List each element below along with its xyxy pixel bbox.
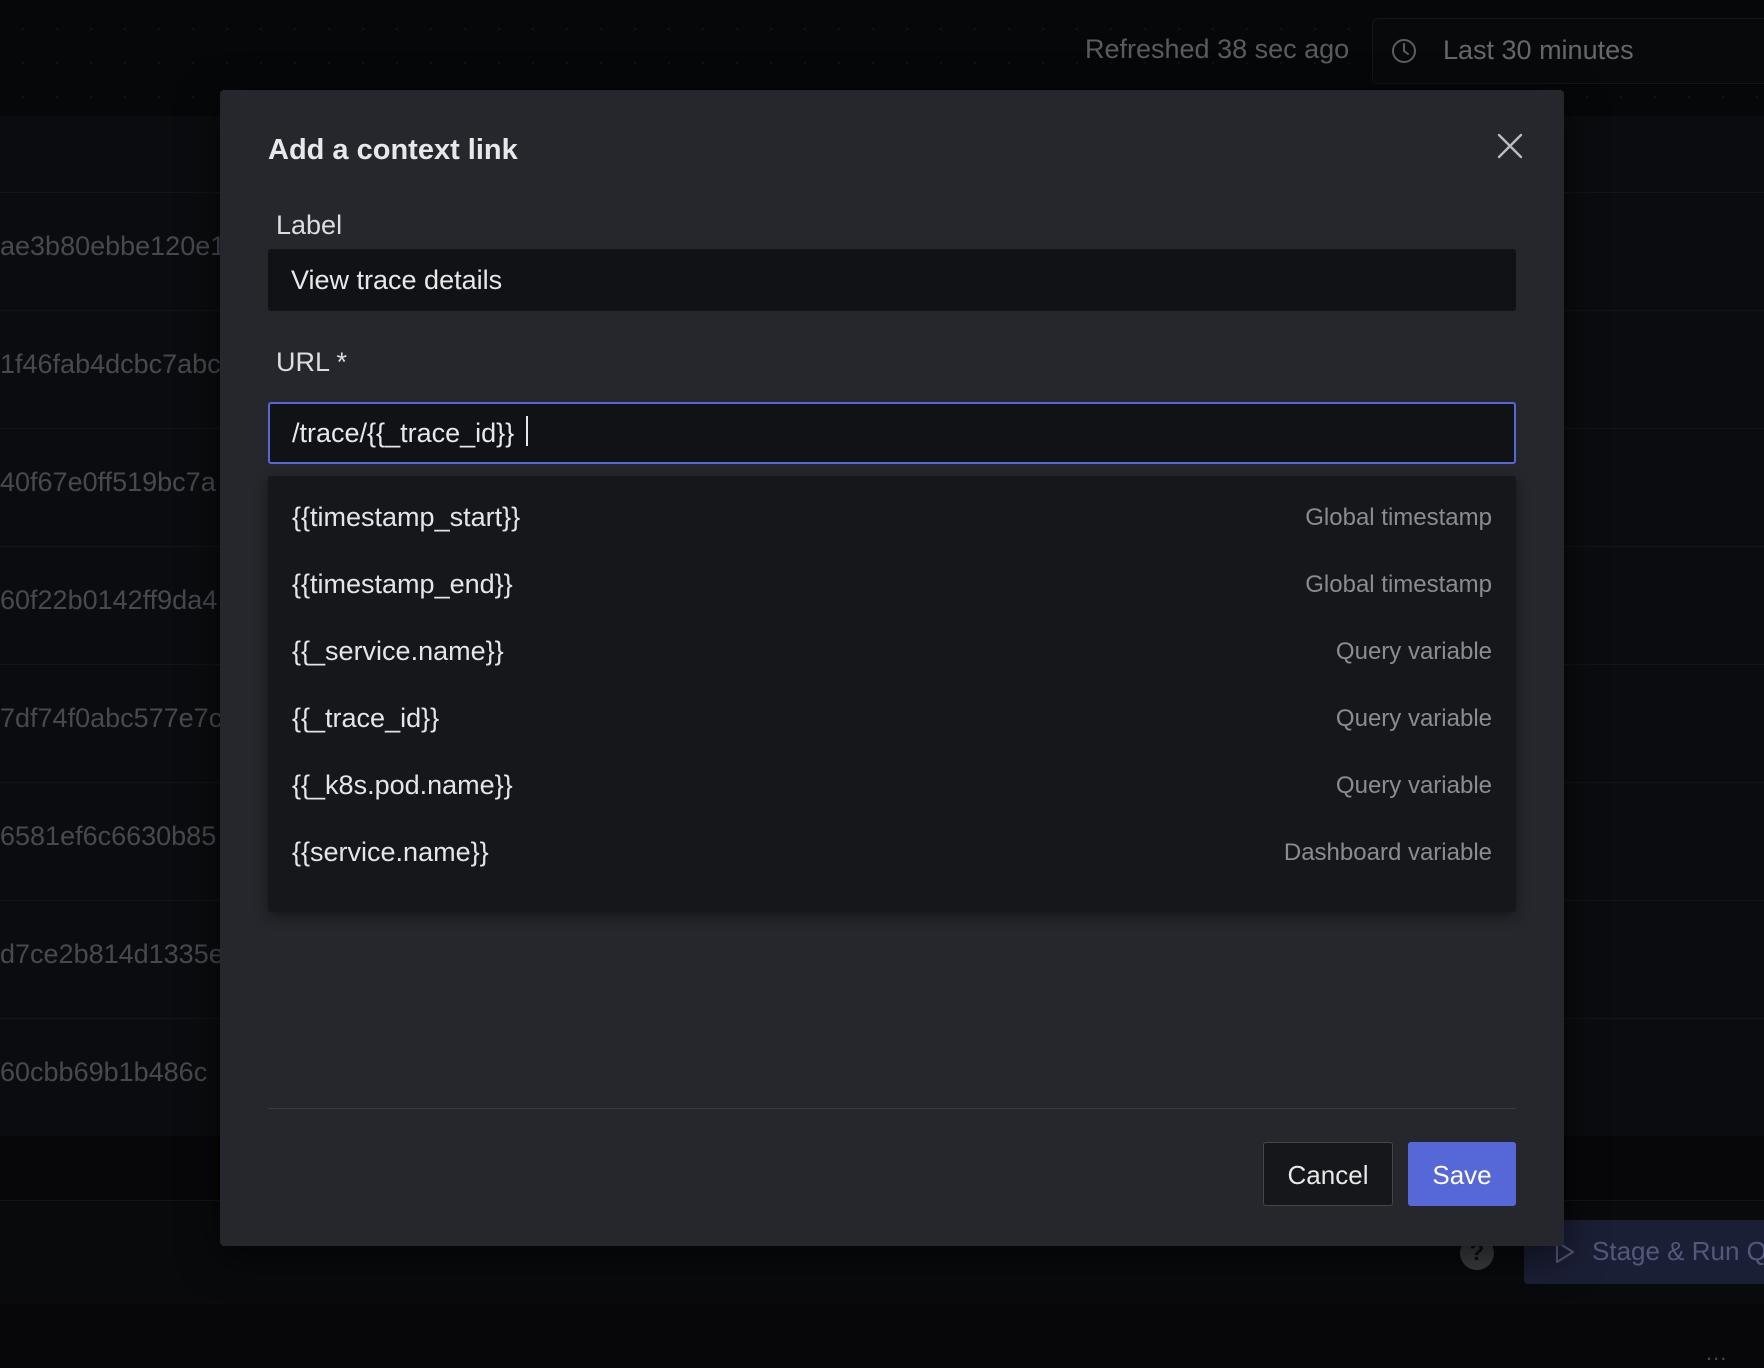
- url-field-label: URL *: [276, 347, 348, 377]
- suggestion-item[interactable]: {{_trace_id}} Query variable: [268, 685, 1516, 751]
- suggestion-item[interactable]: {{timestamp_end}} Global timestamp: [268, 551, 1516, 617]
- save-button[interactable]: Save: [1408, 1142, 1516, 1206]
- suggestion-item[interactable]: {{_k8s.pod.name}} Query variable: [268, 752, 1516, 818]
- suggestion-type: Query variable: [1335, 772, 1492, 799]
- suggestion-name: {{timestamp_start}}: [292, 502, 521, 532]
- suggestion-type: Dashboard variable: [1283, 839, 1492, 866]
- suggestion-name: {{service.name}}: [292, 837, 489, 867]
- footer-divider: [268, 1108, 1516, 1109]
- suggestion-name: {{_service.name}}: [292, 636, 504, 666]
- variable-suggestions: {{timestamp_start}} Global timestamp {{t…: [268, 476, 1516, 912]
- cancel-button[interactable]: Cancel: [1263, 1142, 1393, 1206]
- suggestion-type: Query variable: [1335, 638, 1492, 665]
- suggestion-name: {{_k8s.pod.name}}: [292, 770, 513, 800]
- suggestion-type: Global timestamp: [1305, 504, 1492, 531]
- text-caret: [526, 416, 528, 446]
- add-context-link-dialog: Add a context link Label URL * {{timesta…: [220, 90, 1564, 1246]
- label-input[interactable]: [268, 249, 1516, 311]
- close-icon[interactable]: [1492, 128, 1528, 164]
- dialog-title: Add a context link: [268, 134, 518, 166]
- url-input[interactable]: [268, 402, 1516, 464]
- label-field-label: Label: [276, 210, 343, 240]
- suggestion-name: {{timestamp_end}}: [292, 569, 513, 599]
- suggestion-item[interactable]: {{timestamp_start}} Global timestamp: [268, 484, 1516, 550]
- suggestion-type: Query variable: [1335, 705, 1492, 732]
- suggestion-type: Global timestamp: [1305, 571, 1492, 598]
- suggestion-name: {{_trace_id}}: [292, 703, 440, 733]
- suggestion-item[interactable]: {{service.name}} Dashboard variable: [268, 819, 1516, 885]
- suggestion-item[interactable]: {{_service.name}} Query variable: [268, 618, 1516, 684]
